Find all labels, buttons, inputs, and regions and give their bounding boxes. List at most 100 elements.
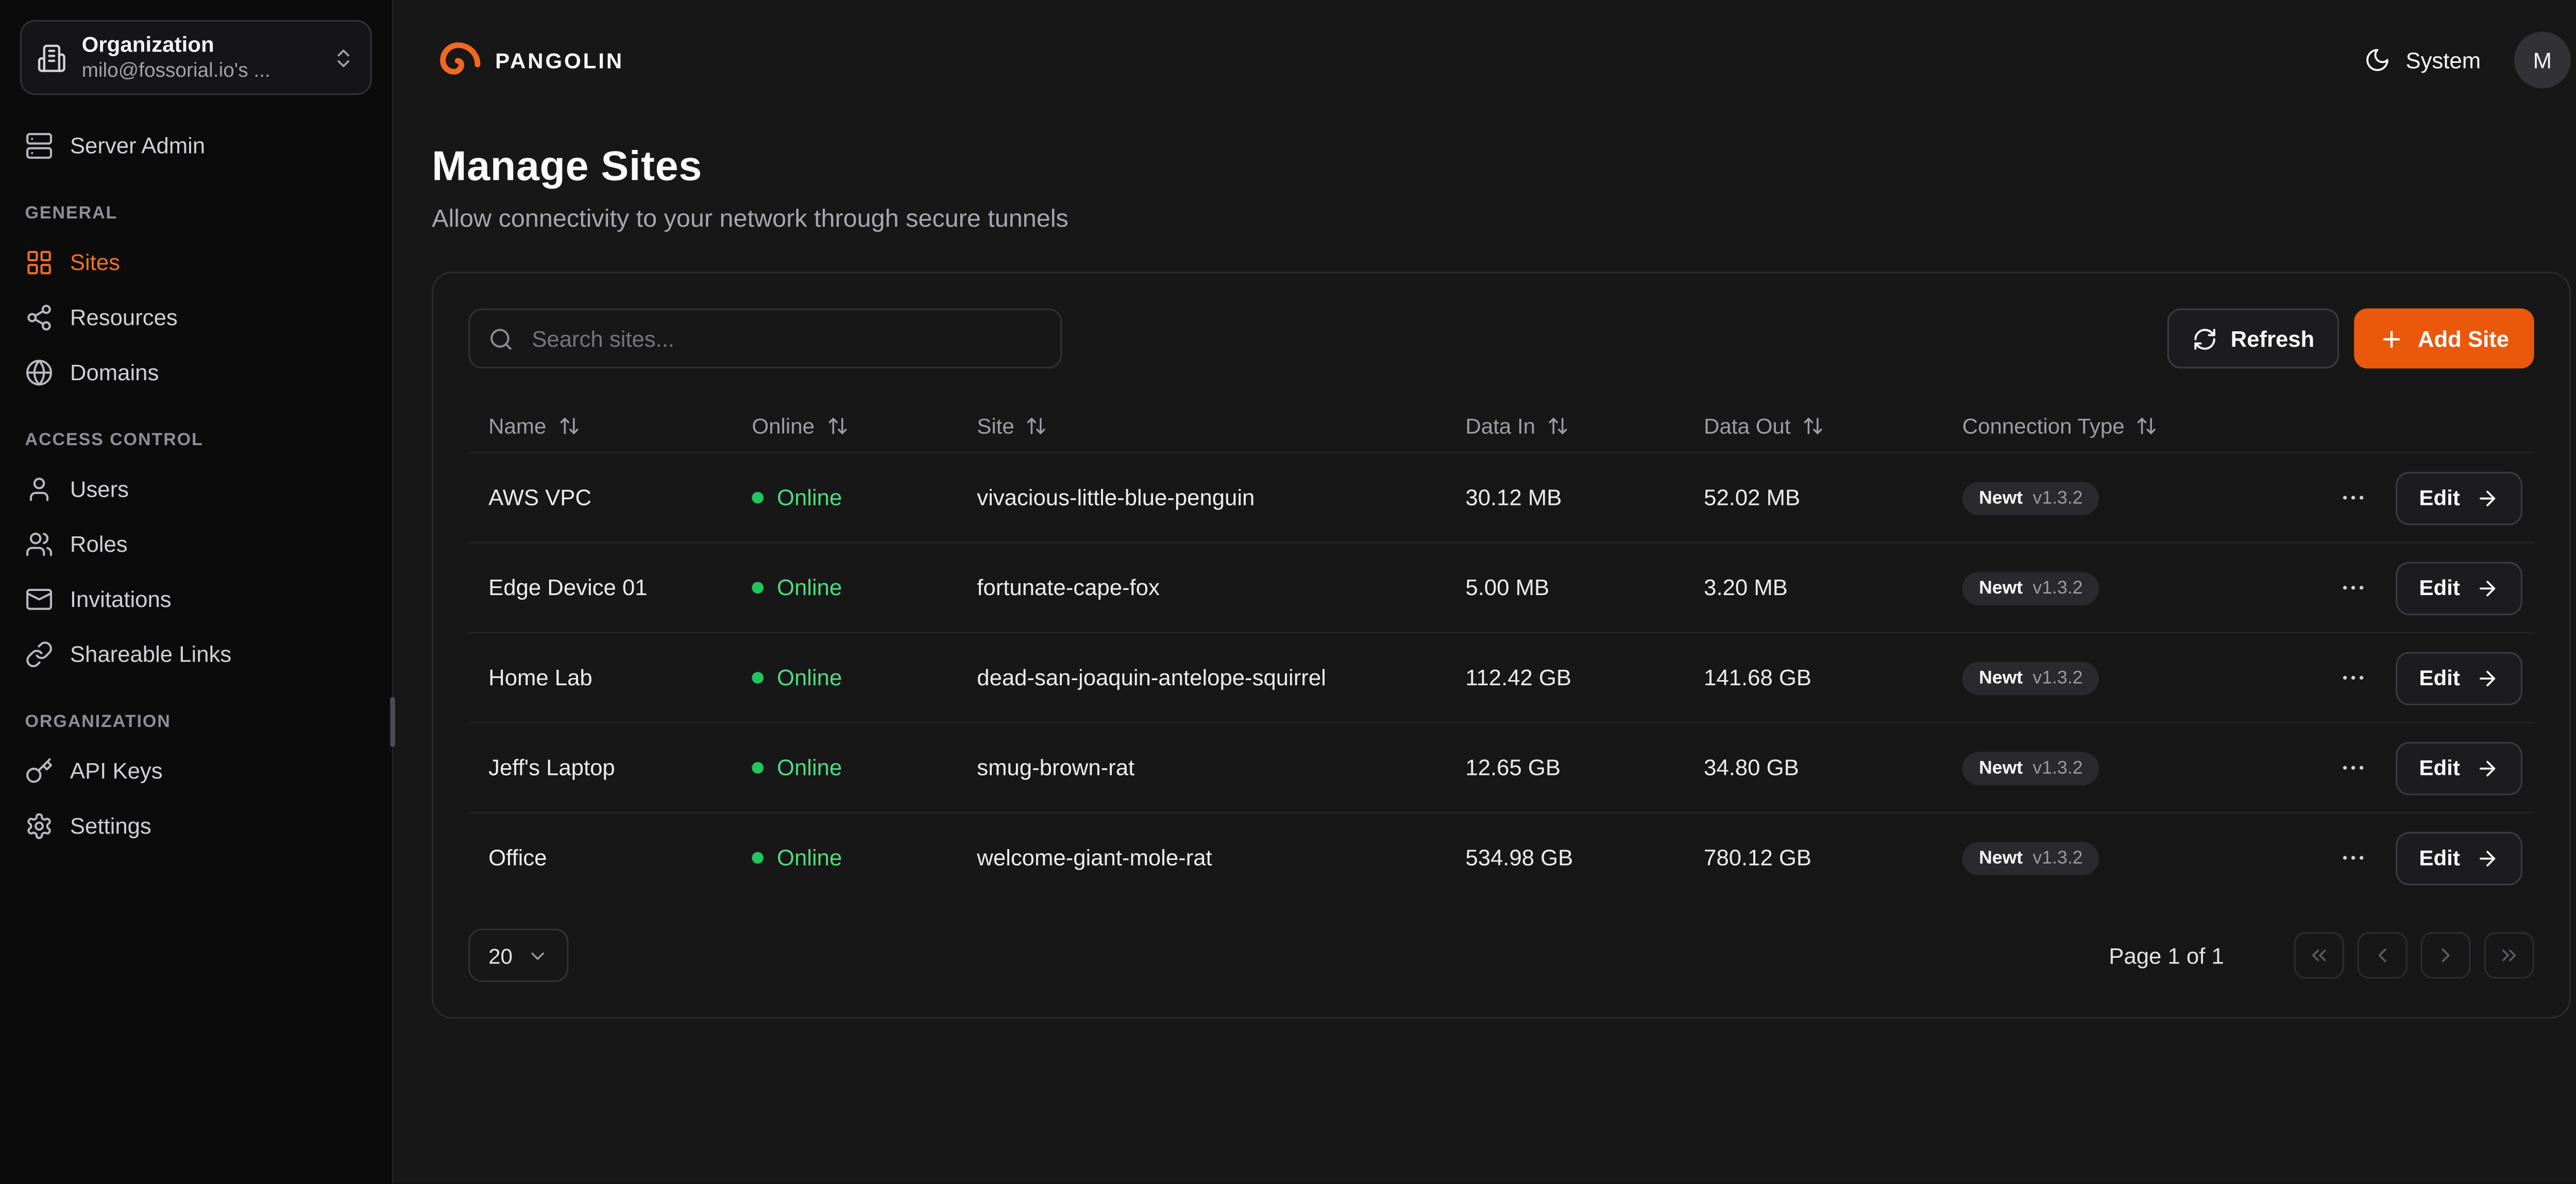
grid-icon [25,248,54,277]
column-header-name[interactable]: Name [488,413,752,438]
sidebar-item-invitations[interactable]: Invitations [20,572,372,627]
sidebar-item-label: Sites [70,250,120,275]
connection-version: v1.3.2 [2033,758,2083,778]
sidebar-item-shareable-links[interactable]: Shareable Links [20,627,372,682]
site-slug: vivacious-little-blue-penguin [977,485,1465,511]
sidebar-item-settings[interactable]: Settings [20,799,372,854]
site-name: Jeff's Laptop [488,755,752,781]
site-slug: smug-brown-rat [977,755,1465,781]
refresh-button[interactable]: Refresh [2167,309,2340,368]
column-header-data-in[interactable]: Data In [1465,413,1704,438]
arrow-right-icon [2475,756,2498,780]
avatar[interactable]: M [2514,31,2571,88]
edit-button[interactable]: Edit [2396,651,2522,705]
last-page-button[interactable] [2484,932,2534,979]
column-header-online[interactable]: Online [752,413,977,438]
sidebar-item-domains[interactable]: Domains [20,345,372,400]
add-site-button[interactable]: Add Site [2354,309,2534,368]
mail-icon [25,585,54,614]
search-box [468,309,1062,368]
row-menu-button[interactable] [2336,480,2371,515]
org-selector[interactable]: Organization milo@fossorial.io's ... [20,20,372,95]
connection-version: v1.3.2 [2033,578,2083,598]
sidebar-item-label: Invitations [70,587,172,612]
sidebar-item-users[interactable]: Users [20,462,372,517]
data-out-value: 3.20 MB [1704,575,1962,600]
first-page-button[interactable] [2294,932,2344,979]
topbar: PANGOLIN System M [394,0,2576,120]
edit-button[interactable]: Edit [2396,561,2522,615]
sort-icon [1547,414,1569,436]
chevron-left-icon [2371,944,2394,967]
sidebar-item-resources[interactable]: Resources [20,290,372,345]
online-dot-icon [752,582,764,594]
sidebar-item-sites[interactable]: Sites [20,235,372,290]
arrow-right-icon [2475,846,2498,869]
sidebar-item-label: Settings [70,814,151,839]
app-root: Organization milo@fossorial.io's ... Ser… [0,0,2576,1184]
chevrons-left-icon [2308,944,2331,967]
refresh-label: Refresh [2231,326,2315,351]
data-in-value: 534.98 GB [1465,845,1704,871]
column-header-connection-type[interactable]: Connection Type [1962,413,2336,438]
next-page-button[interactable] [2421,932,2471,979]
connection-name: Newt [1979,578,2023,598]
edit-button[interactable]: Edit [2396,741,2522,794]
chevrons-right-icon [2497,944,2520,967]
page-size-value: 20 [488,943,513,968]
link-icon [25,640,54,669]
search-input[interactable] [529,324,1042,352]
edit-button[interactable]: Edit [2396,831,2522,885]
globe-icon [25,359,54,387]
row-menu-button[interactable] [2336,840,2371,875]
refresh-icon [2192,326,2217,351]
edit-label: Edit [2419,485,2460,511]
connection-version: v1.3.2 [2033,668,2083,688]
status-badge: Online [752,575,977,600]
data-in-value: 112.42 GB [1465,665,1704,690]
previous-page-button[interactable] [2358,932,2408,979]
row-menu-button[interactable] [2336,570,2371,605]
sort-icon [1802,414,1824,436]
connection-type-badge: Newtv1.3.2 [1962,751,2099,785]
status-label: Online [777,845,842,871]
column-header-site[interactable]: Site [977,413,1465,438]
search-icon [488,326,514,351]
theme-toggle-button[interactable]: System [2364,47,2481,74]
page-indicator: Page 1 of 1 [2109,943,2224,968]
sidebar-item-api-keys[interactable]: API Keys [20,743,372,799]
column-label: Connection Type [1962,413,2125,438]
status-label: Online [777,575,842,600]
page-content: Manage Sites Allow connectivity to your … [394,120,2576,1019]
sidebar-item-server-admin[interactable]: Server Admin [20,119,372,174]
add-site-label: Add Site [2418,326,2509,351]
column-header-data-out[interactable]: Data Out [1704,413,1962,438]
row-menu-button[interactable] [2336,750,2371,785]
connection-version: v1.3.2 [2033,848,2083,868]
data-out-value: 780.12 GB [1704,845,1962,871]
edit-button[interactable]: Edit [2396,471,2522,525]
edit-label: Edit [2419,575,2460,600]
connection-name: Newt [1979,488,2023,508]
connection-type-badge: Newt v1.3.2 [1962,571,2099,604]
connection-type-badge: Newtv1.3.2 [1962,661,2099,695]
sidebar-item-label: API Keys [70,758,163,784]
scrollbar-thumb[interactable] [390,697,395,747]
connection-name: Newt [1979,848,2023,868]
organization-icon [37,43,66,73]
site-slug: fortunate-cape-fox [977,575,1465,600]
status-label: Online [777,485,842,511]
connection-version: v1.3.2 [2033,488,2083,508]
row-menu-button[interactable] [2336,660,2371,695]
gear-icon [25,812,54,840]
card-toolbar: Refresh Add Site [468,309,2534,368]
online-dot-icon [752,492,764,504]
sidebar-item-label: Shareable Links [70,642,231,667]
table-row: AWS VPC Online vivacious-little-blue-pen… [468,452,2534,542]
page-size-select[interactable]: 20 [468,928,569,982]
sidebar-item-roles[interactable]: Roles [20,517,372,572]
sort-icon [826,414,848,436]
section-label-access-control: ACCESS CONTROL [25,430,367,450]
online-dot-icon [752,762,764,774]
moon-icon [2364,47,2391,74]
